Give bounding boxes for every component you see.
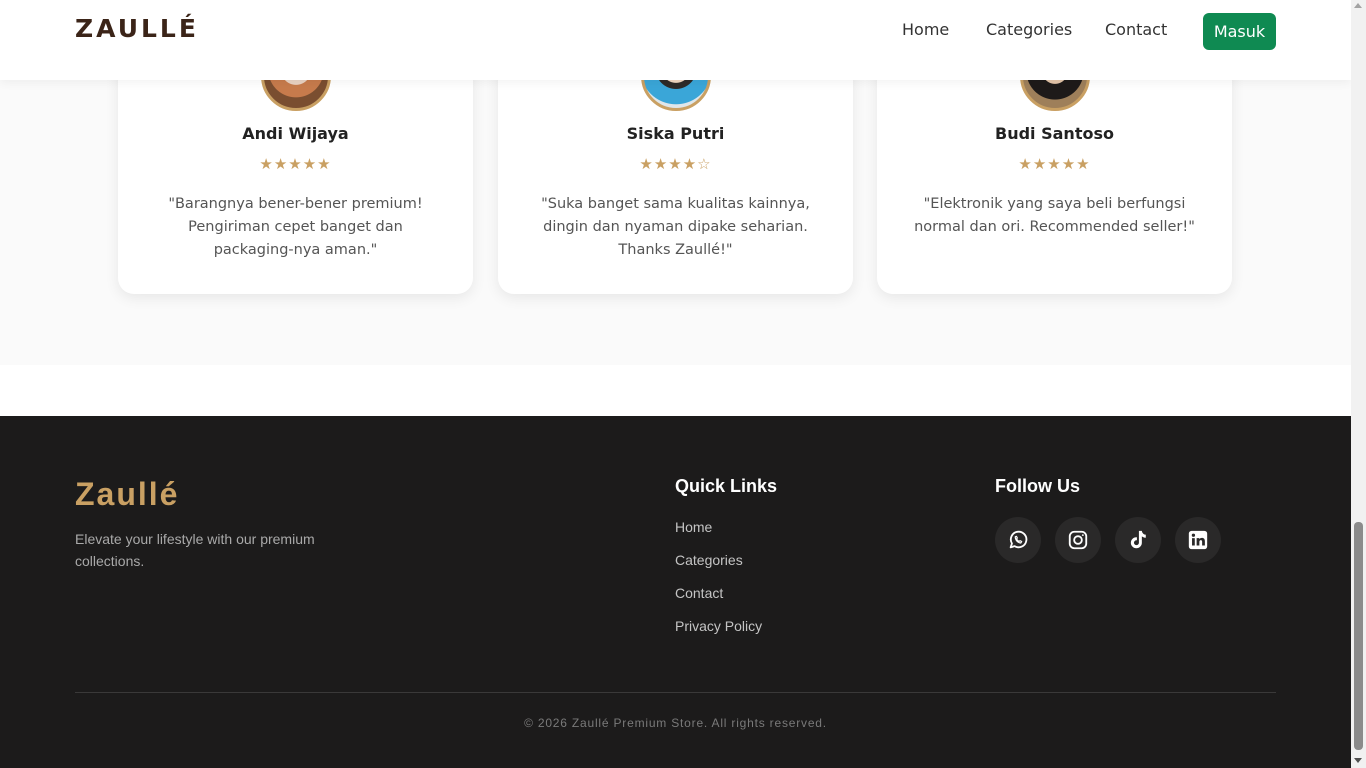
scrollbar-thumb[interactable] (1354, 522, 1363, 750)
login-button[interactable]: Masuk (1203, 13, 1276, 50)
reviewer-name: Siska Putri (626, 124, 725, 143)
tiktok-icon (1130, 530, 1146, 549)
rating-stars: ★★★★★ (1018, 155, 1091, 173)
copyright-text: © 2026 Zaullé Premium Store. All rights … (524, 716, 827, 730)
site-header: ZAULLÉ Home Categories Contact Masuk (0, 0, 1351, 80)
footer-link-home[interactable]: Home (675, 519, 712, 535)
testimonial-quote: "Barangnya bener-bener premium! Pengirim… (168, 196, 423, 258)
quick-links-title: Quick Links (675, 476, 778, 496)
scroll-up-arrow-icon[interactable] (1354, 3, 1362, 8)
whatsapp-icon (1009, 530, 1028, 549)
site-logo[interactable]: ZAULLÉ (75, 14, 199, 43)
footer-link-contact[interactable]: Contact (675, 585, 723, 601)
footer-divider (75, 692, 1276, 693)
rating-stars: ★★★★★ (259, 155, 332, 173)
whatsapp-button[interactable] (995, 517, 1041, 563)
instagram-icon (1068, 530, 1088, 550)
scroll-down-arrow-icon[interactable] (1354, 758, 1362, 763)
linkedin-button[interactable] (1175, 517, 1221, 563)
nav-link-categories[interactable]: Categories (986, 20, 1072, 39)
nav-link-contact[interactable]: Contact (1105, 20, 1167, 39)
footer-brand: Zaullé (75, 476, 180, 512)
reviewer-name: Budi Santoso (995, 124, 1114, 143)
footer-link-privacy-policy[interactable]: Privacy Policy (675, 618, 762, 634)
rating-stars: ★★★★☆ (639, 155, 712, 173)
testimonial-quote: "Elektronik yang saya beli berfungsi nor… (914, 196, 1195, 235)
tiktok-button[interactable] (1115, 517, 1161, 563)
reviewer-name: Andi Wijaya (242, 124, 349, 143)
page: Andi Wijaya ★★★★★ "Barangnya bener-bener… (0, 0, 1351, 768)
site-footer: Zaullé Elevate your lifestyle with our p… (0, 416, 1351, 768)
nav-link-home[interactable]: Home (902, 20, 949, 39)
follow-us-title: Follow Us (995, 476, 1080, 496)
footer-tagline: Elevate your lifestyle with our premium … (75, 531, 315, 569)
linkedin-icon (1188, 530, 1208, 550)
testimonial-quote: "Suka banget sama kualitas kainnya, ding… (541, 196, 810, 258)
instagram-button[interactable] (1055, 517, 1101, 563)
footer-link-categories[interactable]: Categories (675, 552, 743, 568)
